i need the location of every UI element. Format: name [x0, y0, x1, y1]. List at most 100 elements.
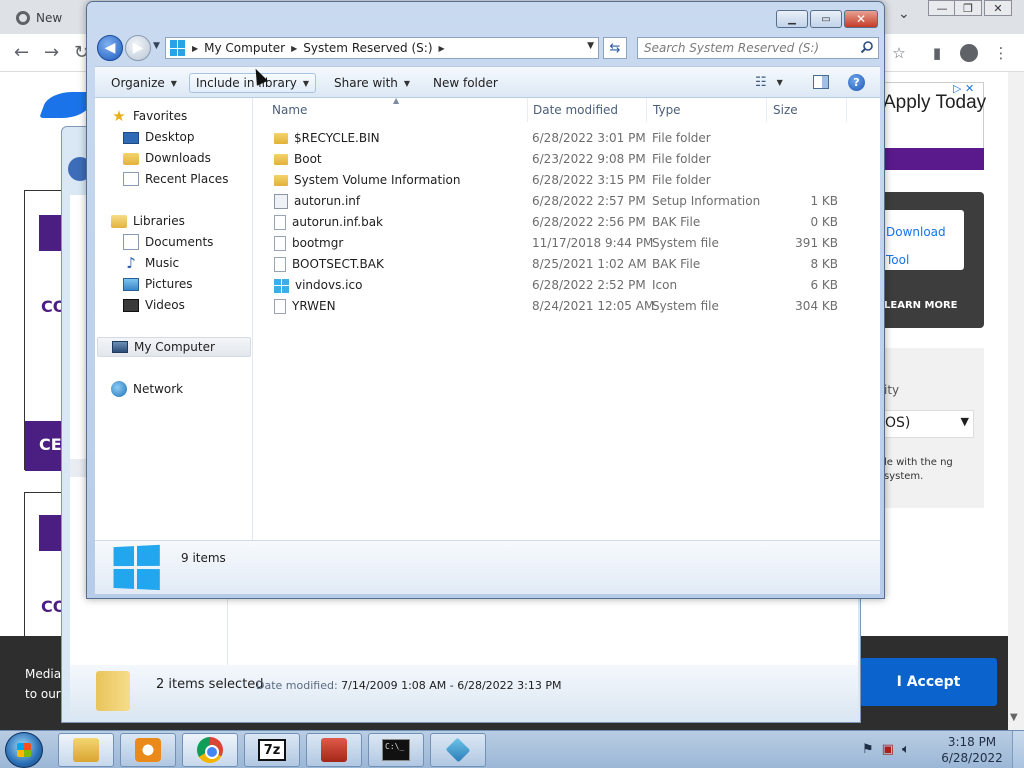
file-type: System file	[652, 236, 719, 250]
action-center-flag-icon[interactable]: ⚑	[862, 742, 874, 757]
recent-pages-dropdown-icon[interactable]: ▼	[153, 41, 160, 51]
chrome-close-button[interactable]: ✕	[984, 0, 1012, 16]
breadcrumb-my-computer[interactable]: My Computer	[204, 41, 285, 55]
recent-places-icon	[123, 172, 139, 186]
nav-favorites[interactable]: ★ Favorites	[111, 106, 187, 126]
nav-recent-places[interactable]: Recent Places	[123, 169, 228, 189]
refresh-button[interactable]: ⇆	[603, 37, 627, 59]
nav-pictures-label: Pictures	[145, 277, 193, 291]
taskbar-7zip-button[interactable]: 7z	[244, 733, 300, 767]
ad-close-icon[interactable]: ▷ ✕	[953, 82, 983, 96]
download-tool-link[interactable]: Download Tool	[886, 218, 962, 274]
show-desktop-button[interactable]	[1012, 731, 1024, 768]
nav-videos[interactable]: Videos	[123, 295, 185, 315]
close-button[interactable]: ✕	[844, 10, 878, 28]
share-with-button[interactable]: Share with ▼	[328, 73, 416, 93]
change-view-button[interactable]: ☷ ▼	[755, 75, 783, 90]
nav-my-computer[interactable]: My Computer	[97, 337, 251, 357]
ad-banner-bar	[878, 148, 984, 170]
side-panel-icon[interactable]: ▮	[928, 44, 946, 62]
new-folder-button[interactable]: New folder	[427, 73, 504, 93]
address-history-dropdown-icon[interactable]: ▼	[587, 41, 594, 51]
chrome-minimize-button[interactable]: —	[928, 0, 956, 16]
search-input[interactable]	[638, 38, 854, 58]
profile-avatar-icon[interactable]	[960, 44, 978, 62]
volume-icon[interactable]: 🔈︎	[902, 742, 910, 757]
os-label: ity	[884, 383, 900, 397]
chrome-tab[interactable]: New	[8, 4, 68, 32]
file-row[interactable]: BOOTSECT.BAK 8/25/2021 1:02 AM BAK File 8 K…	[254, 254, 880, 275]
column-header-name[interactable]: Name	[266, 98, 528, 122]
search-box[interactable]	[637, 37, 879, 59]
page-scrollbar[interactable]	[1008, 72, 1024, 730]
file-size	[766, 128, 838, 149]
file-name: autorun.inf	[294, 194, 361, 208]
taskbar-toolbox-button[interactable]	[306, 733, 362, 767]
breadcrumb-chevron-icon[interactable]: ▶	[291, 44, 297, 53]
os-dropdown[interactable]: OS) ▼	[880, 410, 974, 438]
minimize-button[interactable]: ▁	[776, 10, 808, 28]
file-name: bootmgr	[292, 236, 344, 250]
taskbar-media-player-button[interactable]	[120, 733, 176, 767]
file-row[interactable]: vindovs.ico 6/28/2022 2:52 PM Icon 6 KB	[254, 275, 880, 296]
share-dropdown-icon: ▼	[403, 78, 411, 88]
nav-desktop[interactable]: Desktop	[123, 127, 195, 147]
taskbar-regedit-button[interactable]	[430, 733, 486, 767]
preview-pane-icon[interactable]	[813, 75, 829, 89]
breadcrumb-chevron-icon[interactable]: ▶	[192, 44, 198, 53]
network-tray-icon[interactable]: ▣	[882, 742, 894, 757]
taskbar-cmd-button[interactable]: C:\_	[368, 733, 424, 767]
bookmark-star-icon[interactable]: ☆	[890, 44, 908, 62]
file-row[interactable]: Boot 6/23/2022 9:08 PM File folder	[254, 149, 880, 170]
taskbar-chrome-button[interactable]	[182, 733, 238, 767]
forward-button[interactable]: ▶	[125, 35, 151, 61]
nav-libraries[interactable]: Libraries	[111, 211, 185, 231]
learn-more-button[interactable]: LEARN MORE	[884, 300, 957, 311]
file-date-modified: 6/23/2022 9:08 PM	[532, 152, 646, 166]
breadcrumb-system-reserved[interactable]: System Reserved (S:)	[303, 41, 432, 55]
back-arrow-icon[interactable]: ←	[14, 42, 29, 63]
nav-pictures[interactable]: Pictures	[123, 274, 193, 294]
file-name: $RECYCLE.BIN	[294, 131, 380, 145]
breadcrumb-chevron-icon[interactable]: ▶	[439, 44, 445, 53]
file-row[interactable]: autorun.inf 6/28/2022 2:57 PM Setup Inform…	[254, 191, 880, 212]
start-button[interactable]	[5, 732, 43, 768]
organize-button[interactable]: Organize ▼	[105, 73, 183, 93]
file-row[interactable]: YRWEN 8/24/2021 12:05 AM System file 304 KB	[254, 296, 880, 317]
address-bar[interactable]: ▶ My Computer ▶ System Reserved (S:) ▶ ▼	[165, 37, 599, 59]
forward-arrow-icon[interactable]: →	[44, 42, 59, 63]
chrome-menu-icon[interactable]: ⋮	[992, 44, 1010, 62]
back-button[interactable]: ◀	[97, 35, 123, 61]
cookie-text-content: Media to our	[25, 667, 62, 701]
file-name-cell: System Volume Information	[274, 170, 460, 191]
file-date-modified: 8/25/2021 1:02 AM	[532, 257, 647, 271]
search-icon[interactable]	[860, 40, 874, 54]
help-icon[interactable]: ?	[848, 74, 865, 91]
taskbar-explorer-button[interactable]	[58, 733, 114, 767]
file-row[interactable]: System Volume Information 6/28/2022 3:15 …	[254, 170, 880, 191]
product-card[interactable]: CO CE	[24, 190, 66, 471]
nav-network[interactable]: Network	[111, 379, 183, 399]
nav-documents[interactable]: Documents	[123, 232, 213, 252]
tab-search-chevron-icon[interactable]: ⌄	[898, 6, 910, 22]
maximize-button[interactable]: ▭	[810, 10, 842, 28]
file-row[interactable]: autorun.inf.bak 6/28/2022 2:56 PM BAK File…	[254, 212, 880, 233]
nav-music[interactable]: ♪ Music	[123, 253, 179, 273]
column-header-size[interactable]: Size	[767, 98, 847, 122]
explorer-window[interactable]: ▁ ▭ ✕ ◀ ▶ ▼ ▶ My Computer ▶ System Reser…	[86, 1, 885, 599]
7zip-icon: 7z	[258, 739, 286, 761]
explorer-body: ★ Favorites Desktop Downloads Recent Plac…	[95, 96, 880, 540]
scroll-down-arrow-icon[interactable]: ▼	[1010, 712, 1018, 723]
nav-downloads[interactable]: Downloads	[123, 148, 211, 168]
column-header-type[interactable]: Type	[647, 98, 767, 122]
chrome-restore-button[interactable]: ❐	[954, 0, 982, 16]
organize-label: Organize	[111, 76, 165, 90]
column-header-date-modified[interactable]: Date modified	[527, 98, 647, 122]
taskbar: 7z C:\_ ⚑ ▣ 🔈︎ 3:18 PM 6/28/2022	[0, 730, 1024, 768]
file-type: Setup Information	[652, 194, 761, 208]
file-row[interactable]: bootmgr 11/17/2018 9:44 PM System file 391 …	[254, 233, 880, 254]
file-row[interactable]: $RECYCLE.BIN 6/28/2022 3:01 PM File folder	[254, 128, 880, 149]
clock[interactable]: 3:18 PM 6/28/2022	[940, 734, 1004, 766]
product-card[interactable]: CO	[24, 492, 66, 642]
accept-cookies-button[interactable]: I Accept	[860, 658, 997, 706]
